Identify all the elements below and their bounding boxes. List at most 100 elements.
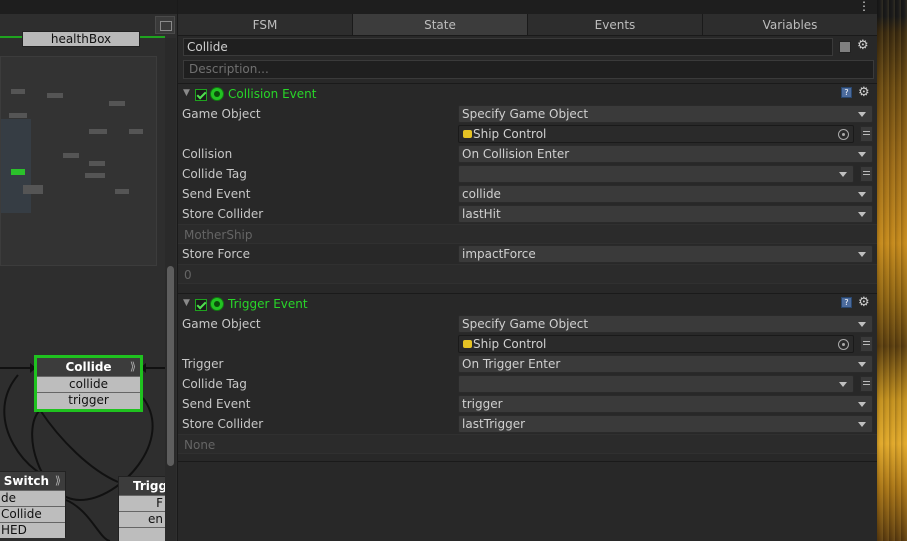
param-row-game-object: Game Object Specify Game Object [178,104,878,124]
graph-node-healthbox[interactable]: healthBox [22,31,140,47]
help-icon[interactable]: ? [841,87,852,98]
store-collider-dropdown[interactable]: lastTrigger [458,415,873,433]
param-row-collide-tag: Collide Tag [178,374,878,394]
inspector-tabs: FSM State Events Variables [178,14,878,36]
object-picker-icon[interactable] [838,129,849,140]
state-description-field[interactable]: Description... [183,60,874,79]
param-row-send-event: Send Event collide [178,184,878,204]
tab-state[interactable]: State [353,14,528,35]
node-title: g Switch [0,474,50,488]
action-divider [178,454,878,462]
collapse-arrow-icon[interactable]: ▼ [183,88,190,98]
action-collision-event: ▼ Collision Event ? ⚙ Game Object Specif… [178,83,878,284]
param-label: Trigger [182,357,224,371]
disabled-value: None [184,438,216,452]
graph-scrollbar-thumb[interactable] [167,266,174,466]
gameobject-icon [463,340,472,348]
object-picker-icon[interactable] [838,339,849,350]
param-label: Store Collider [182,417,264,431]
param-row-collision: Collision On Collision Enter [178,144,878,164]
object-field-value: Ship Control [473,127,547,141]
variable-menu-icon[interactable] [860,126,873,142]
graph-scrollbar[interactable] [165,38,176,541]
collide-tag-dropdown[interactable] [458,375,854,393]
action-type-icon [210,87,224,101]
disabled-value: MotherShip [184,228,253,242]
transition-lines [0,363,165,541]
param-label: Game Object [182,107,261,121]
param-row-object-field: Ship Control [178,124,878,144]
help-icon[interactable]: ? [841,297,852,308]
collapse-arrow-icon[interactable]: ▼ [183,298,190,308]
param-row-disabled: MotherShip [178,224,878,244]
action-type-icon [210,297,224,311]
send-event-dropdown[interactable]: trigger [458,395,873,413]
state-name-field[interactable]: Collide [183,38,833,56]
node-event[interactable]: F [119,495,165,511]
param-row-disabled: None [178,434,878,454]
collide-tag-dropdown[interactable] [458,165,854,183]
action-settings-gear-icon[interactable]: ⚙ [858,295,870,310]
variable-menu-icon[interactable] [860,376,873,392]
node-event[interactable] [119,527,165,541]
state-color-swatch[interactable] [839,41,851,53]
param-row-trigger: Trigger On Trigger Enter [178,354,878,374]
more-options-icon[interactable]: ⋮ [858,0,870,13]
game-object-dropdown[interactable]: Specify Game Object [458,315,873,333]
graph-node-trigger[interactable]: Trigg F en [118,476,168,541]
object-field-value: Ship Control [473,337,547,351]
param-row-disabled: 0 [178,264,878,284]
minimap-toggle-icon[interactable] [155,16,175,34]
param-label: Store Force [182,247,250,261]
graph-node-switch[interactable]: g Switch ⟫ de Collide HED [0,471,66,538]
action-enabled-checkbox[interactable] [195,89,207,101]
node-header[interactable]: g Switch ⟫ [0,472,65,490]
node-title: healthBox [50,32,112,46]
param-label: Store Collider [182,207,264,221]
param-label: Collision [182,147,233,161]
send-event-dropdown[interactable]: collide [458,185,873,203]
node-event-trigger[interactable]: trigger [37,392,140,408]
variable-menu-icon[interactable] [860,336,873,352]
node-event-collide[interactable]: collide [37,376,140,392]
variable-menu-icon[interactable] [860,166,873,182]
gameobject-icon [463,130,472,138]
node-event[interactable]: en [119,511,165,527]
param-row-store-collider: Store Collider lastHit [178,204,878,224]
action-title: Trigger Event [228,297,308,311]
disabled-value: 0 [184,268,192,282]
param-row-object-field: Ship Control [178,334,878,354]
collision-type-dropdown[interactable]: On Collision Enter [458,145,873,163]
action-header[interactable]: ▼ Collision Event ? ⚙ [178,84,878,104]
game-object-field[interactable]: Ship Control [458,335,854,353]
param-label: Send Event [182,397,251,411]
action-trigger-event: ▼ Trigger Event ? ⚙ Game Object Specify … [178,293,878,462]
tab-variables[interactable]: Variables [703,14,878,35]
trigger-type-dropdown[interactable]: On Trigger Enter [458,355,873,373]
graph-node-collide[interactable]: Collide ⟫ collide trigger [34,355,143,412]
state-inspector-panel: ⋮ FSM State Events Variables Collide ⚙ D… [177,0,878,541]
game-object-dropdown[interactable]: Specify Game Object [458,105,873,123]
node-title: Collide [65,360,112,374]
action-title: Collision Event [228,87,317,101]
node-event[interactable]: HED [0,522,65,538]
store-force-dropdown[interactable]: impactForce [458,245,873,263]
tab-events[interactable]: Events [528,14,703,35]
node-event[interactable]: de [0,490,65,506]
fsm-graph-canvas[interactable]: healthBox Collide ⟫ collide trigger g Sw… [0,0,177,541]
node-arrow-icon: ⟫ [129,360,136,373]
action-enabled-checkbox[interactable] [195,299,207,311]
action-settings-gear-icon[interactable]: ⚙ [858,85,870,100]
node-header[interactable]: Collide ⟫ [37,358,140,376]
state-settings-gear-icon[interactable]: ⚙ [857,38,869,53]
node-header[interactable]: Trigg [119,477,168,495]
tab-fsm[interactable]: FSM [178,14,353,35]
node-arrow-icon: ⟫ [54,474,61,487]
node-title: Trigg [133,479,168,493]
background-photo [877,0,907,541]
store-collider-dropdown[interactable]: lastHit [458,205,873,223]
action-header[interactable]: ▼ Trigger Event ? ⚙ [178,294,878,314]
node-event[interactable]: Collide [0,506,65,522]
param-label: Game Object [182,317,261,331]
game-object-field[interactable]: Ship Control [458,125,854,143]
